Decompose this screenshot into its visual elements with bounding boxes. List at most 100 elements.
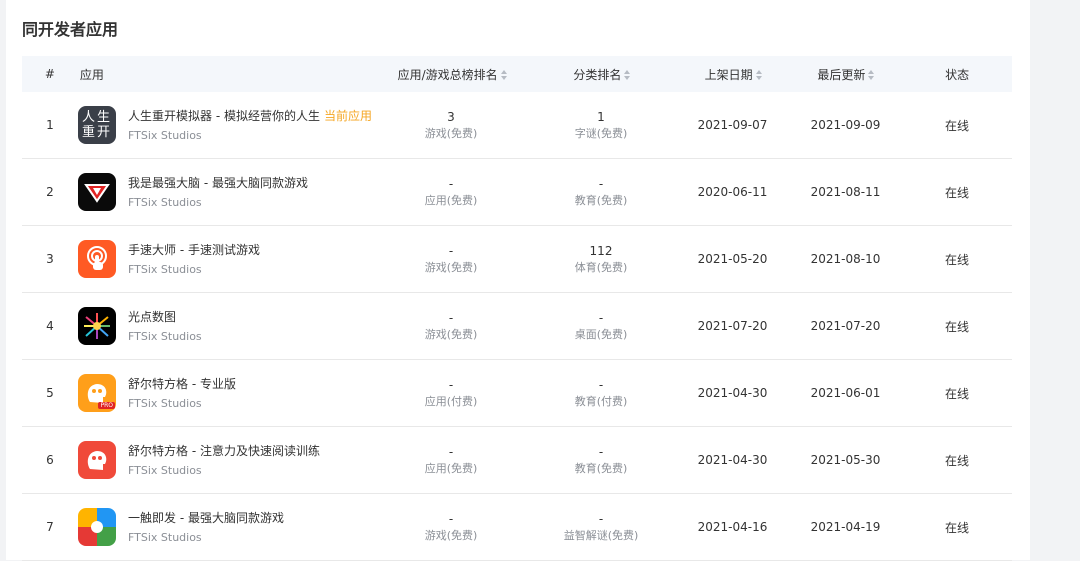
category-rank: - (598, 310, 604, 325)
header-status: 状态 (945, 67, 970, 82)
header-release-date[interactable]: 上架日期 (677, 66, 790, 83)
app-name-line: 舒尔特方格 - 注意力及快速阅读训练 (128, 443, 320, 459)
row-number: 7 (46, 520, 54, 534)
overall-rank: - (448, 243, 454, 258)
last-updated: 2021-09-09 (810, 118, 881, 132)
category-rank-cell: 1 字谜(免费) (526, 110, 676, 141)
overall-rank-cell: - 应用(免费) (376, 445, 526, 476)
status: 在线 (944, 118, 969, 133)
last-updated: 2021-06-01 (810, 386, 881, 400)
app-developer[interactable]: FTSix Studios (128, 397, 236, 411)
app-name[interactable]: 舒尔特方格 - 注意力及快速阅读训练 (128, 444, 320, 458)
release-date: 2021-09-07 (697, 118, 768, 132)
overall-rank-category: 应用(免费) (424, 193, 478, 207)
app-name[interactable]: 我是最强大脑 - 最强大脑同款游戏 (128, 176, 308, 190)
category-name: 体育(免费) (574, 260, 628, 274)
app-developer[interactable]: FTSix Studios (128, 196, 308, 210)
last-updated: 2021-07-20 (810, 319, 881, 333)
row-number: 6 (46, 453, 54, 467)
pro-badge: PRO (98, 402, 115, 409)
release-date: 2021-07-20 (697, 319, 768, 333)
table-row[interactable]: 5 PRO 舒尔特方格 - 专业版 FTSix Studios - 应用(付费)… (22, 360, 1012, 427)
app-developer[interactable]: FTSix Studios (128, 464, 320, 478)
table-row[interactable]: 2 我是最强大脑 - 最强大脑同款游戏 FTSix Studios - 应用(免… (22, 159, 1012, 226)
app-cell[interactable]: 人生重开 人生重开模拟器 - 模拟经营你的人生 当前应用 FTSix Studio… (78, 106, 376, 144)
overall-rank: 3 (447, 109, 455, 124)
category-rank-cell: 112 体育(免费) (526, 244, 676, 275)
overall-rank-category: 游戏(免费) (424, 126, 478, 140)
category-name: 字谜(免费) (574, 126, 628, 140)
icon-text: 人生重开 (82, 110, 113, 140)
apps-table: # 应用 应用/游戏总榜排名 分类排名 上架日期 最后更新 状态 1 人生重开 … (22, 56, 1012, 561)
overall-rank-cell: - 游戏(免费) (376, 244, 526, 275)
overall-rank-cell: - 应用(免费) (376, 177, 526, 208)
header-rank[interactable]: 应用/游戏总榜排名 (377, 66, 527, 83)
release-date: 2021-04-30 (697, 386, 768, 400)
category-rank-cell: - 桌面(免费) (526, 311, 676, 342)
app-developer[interactable]: FTSix Studios (128, 531, 284, 545)
status: 在线 (944, 520, 969, 535)
category-name: 教育(免费) (574, 461, 628, 475)
app-name-line: 手速大师 - 手速测试游戏 (128, 242, 260, 258)
release-date: 2021-04-30 (697, 453, 768, 467)
sort-icon[interactable] (500, 70, 507, 80)
table-row[interactable]: 1 人生重开 人生重开模拟器 - 模拟经营你的人生 当前应用 FTSix Stud… (22, 92, 1012, 159)
app-developer[interactable]: FTSix Studios (128, 263, 260, 277)
overall-rank-category: 应用(免费) (424, 461, 478, 475)
app-name-line: 一触即发 - 最强大脑同款游戏 (128, 510, 284, 526)
category-rank: 112 (589, 243, 613, 258)
status: 在线 (944, 252, 969, 267)
overall-rank: - (448, 176, 454, 191)
overall-rank: - (448, 310, 454, 325)
category-name: 教育(付费) (574, 394, 628, 408)
app-developer[interactable]: FTSix Studios (128, 129, 372, 143)
app-text: 一触即发 - 最强大脑同款游戏 FTSix Studios (128, 510, 284, 545)
overall-rank-cell: - 应用(付费) (376, 378, 526, 409)
category-rank: - (598, 444, 604, 459)
app-name-line: 光点数图 (128, 309, 202, 325)
app-name-line: 我是最强大脑 - 最强大脑同款游戏 (128, 175, 308, 191)
current-app-tag: 当前应用 (323, 108, 372, 123)
category-rank-cell: - 教育(付费) (526, 378, 676, 409)
row-number: 3 (46, 252, 54, 266)
table-row[interactable]: 7 一触即发 - 最强大脑同款游戏 FTSix Studios - 游戏(免费)… (22, 494, 1012, 561)
header-num: # (44, 67, 55, 81)
overall-rank-category: 游戏(免费) (424, 327, 478, 341)
header-last-updated[interactable]: 最后更新 (789, 66, 902, 83)
app-cell[interactable]: 光点数图 FTSix Studios (78, 307, 376, 345)
app-name[interactable]: 光点数图 (128, 310, 176, 324)
app-cell[interactable]: 一触即发 - 最强大脑同款游戏 FTSix Studios (78, 508, 376, 546)
app-cell[interactable]: 我是最强大脑 - 最强大脑同款游戏 FTSix Studios (78, 173, 376, 211)
app-cell[interactable]: PRO 舒尔特方格 - 专业版 FTSix Studios (78, 374, 376, 412)
life-restart-icon: 人生重开 (78, 106, 116, 144)
app-text: 我是最强大脑 - 最强大脑同款游戏 FTSix Studios (128, 175, 308, 210)
overall-rank-cell: - 游戏(免费) (376, 512, 526, 543)
sort-icon[interactable] (624, 70, 631, 80)
app-name[interactable]: 舒尔特方格 - 专业版 (128, 377, 236, 391)
overall-rank-category: 游戏(免费) (424, 260, 478, 274)
release-date: 2021-04-16 (697, 520, 768, 534)
last-updated: 2021-05-30 (810, 453, 881, 467)
overall-rank-cell: 3 游戏(免费) (376, 110, 526, 141)
row-number: 4 (46, 319, 54, 333)
overall-rank: - (448, 511, 454, 526)
row-number: 2 (46, 185, 54, 199)
category-name: 桌面(免费) (574, 327, 628, 341)
last-updated: 2021-08-10 (810, 252, 881, 266)
app-name[interactable]: 人生重开模拟器 - 模拟经营你的人生 (128, 109, 320, 123)
app-cell[interactable]: 手速大师 - 手速测试游戏 FTSix Studios (78, 240, 376, 278)
app-developer[interactable]: FTSix Studios (128, 330, 202, 344)
overall-rank-cell: - 游戏(免费) (376, 311, 526, 342)
app-name[interactable]: 手速大师 - 手速测试游戏 (128, 243, 260, 257)
app-cell[interactable]: 舒尔特方格 - 注意力及快速阅读训练 FTSix Studios (78, 441, 376, 479)
header-rank-label: 应用/游戏总榜排名 (397, 67, 498, 82)
header-date-label: 上架日期 (704, 67, 753, 82)
table-row[interactable]: 4 光点数图 FTSix Studios - 游戏(免费) - 桌面(免费) 2… (22, 293, 1012, 360)
app-name[interactable]: 一触即发 - 最强大脑同款游戏 (128, 511, 284, 525)
table-row[interactable]: 3 手速大师 - 手速测试游戏 FTSix Studios - 游戏(免费) 1… (22, 226, 1012, 293)
table-row[interactable]: 6 舒尔特方格 - 注意力及快速阅读训练 FTSix Studios - 应用(… (22, 427, 1012, 494)
header-category-rank[interactable]: 分类排名 (527, 66, 677, 83)
sort-icon[interactable] (755, 70, 762, 80)
sort-icon[interactable] (868, 70, 875, 80)
status: 在线 (944, 386, 969, 401)
